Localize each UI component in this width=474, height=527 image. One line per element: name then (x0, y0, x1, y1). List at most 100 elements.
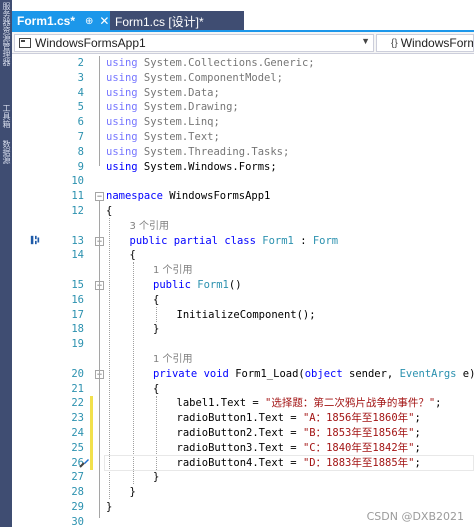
code-token: radioButton2.Text = (176, 427, 303, 439)
code-line[interactable]: 28} (12, 485, 474, 500)
tab-form1-designer[interactable]: Form1.cs [设计]* (110, 11, 244, 31)
codemap-glyph-icon[interactable] (30, 235, 40, 245)
line-text: { (106, 204, 112, 219)
keyword: private (153, 367, 204, 380)
project-icon (19, 38, 31, 48)
code-token: ; (414, 427, 421, 439)
code-line[interactable]: 5 using System.Drawing; (12, 100, 474, 115)
keyword: public partial class (129, 234, 263, 247)
codelens-row[interactable]: 3 个引用 (12, 219, 474, 234)
code-line[interactable]: 11 namespace WindowsFormsApp1 (12, 189, 474, 204)
line-text: 3 个引用 (130, 219, 170, 235)
code-line[interactable]: 21 { (12, 382, 474, 397)
code-editor[interactable]: 2 using System.Collections.Generic; 3 using… (12, 55, 474, 527)
keyword: using (106, 101, 138, 114)
code-token: System.Drawing; (137, 101, 239, 114)
line-number: 23 (71, 412, 84, 425)
type-dropdown[interactable]: {} WindowsFormsApp1 (376, 34, 474, 52)
code-line[interactable]: 16 { (12, 293, 474, 308)
code-token: System.Collections.Generic; (137, 57, 315, 69)
line-number: 6 (77, 116, 84, 129)
code-line[interactable]: 10 (12, 174, 474, 189)
tab-label: Form1.cs [设计]* (115, 14, 204, 29)
project-dropdown[interactable]: WindowsFormsApp1 ▼ (14, 34, 374, 52)
keyword: using (106, 71, 138, 84)
pin-icon[interactable]: ⊕ (85, 16, 93, 27)
string-literal: "A：1856年至1860年" (302, 412, 415, 425)
code-line[interactable]: 17 InitializeComponent(); (12, 308, 474, 323)
line-number: 29 (71, 501, 84, 513)
code-line[interactable]: 7 using System.Text; (12, 130, 474, 145)
code-token: label1.Text = (176, 397, 266, 410)
code-line[interactable]: 25 radioButton3.Text = "C：1840年至1842年"; (12, 441, 474, 456)
keyword: void (203, 367, 236, 380)
code-token: } (106, 501, 113, 513)
keyword: using (106, 145, 138, 158)
line-number: 22 (71, 397, 84, 410)
line-text: } (106, 500, 112, 515)
type-name: Form1 (262, 234, 294, 247)
string-literal: "B：1853年至1856年" (302, 427, 415, 439)
code-token: System.Text; (137, 131, 220, 143)
code-line[interactable]: 22 label1.Text = "选择题：第二次鸦片战争的事件？"; (12, 396, 474, 411)
code-line[interactable]: 24 radioButton2.Text = "B：1853年至1856年"; (12, 426, 474, 441)
code-token: ; (414, 441, 421, 454)
code-line[interactable]: 8 using System.Threading.Tasks; (12, 145, 474, 160)
collapse-toggle-icon[interactable]: − (95, 192, 104, 202)
close-icon[interactable]: ✕ (99, 14, 109, 28)
code-line[interactable]: 18} (12, 322, 474, 337)
code-token: System.Linq; (137, 116, 220, 129)
line-number: 27 (71, 471, 84, 484)
code-token: ; (435, 397, 442, 410)
line-number: 7 (77, 131, 84, 143)
keyword: namespace (106, 190, 163, 203)
code-line[interactable]: 15 public Form1() (12, 278, 474, 293)
code-token: ; (414, 412, 421, 425)
line-number: 15 (71, 279, 84, 291)
code-line[interactable]: 13 public partial class Form1 : Form (12, 234, 474, 249)
line-text: { (153, 382, 159, 397)
code-line[interactable]: 9 using System.Windows.Forms; (12, 160, 474, 175)
code-token: radioButton3.Text = (176, 441, 303, 454)
codelens-row[interactable]: 1 个引用 (12, 352, 474, 367)
line-text: 1 个引用 (153, 352, 193, 368)
line-text: } (153, 322, 159, 337)
dock-tab-toolbox[interactable]: 工具箱 (1, 104, 11, 128)
line-number: 16 (71, 293, 84, 306)
dock-tab-server-explorer[interactable]: 服务器资源管理器 (1, 2, 11, 66)
code-line[interactable]: 23 radioButton1.Text = "A：1856年至1860年"; (12, 411, 474, 426)
code-line[interactable]: 14 { (12, 248, 474, 263)
line-number: 2 (77, 57, 84, 69)
line-number: 8 (77, 145, 84, 158)
code-line[interactable]: 19 (12, 337, 474, 352)
code-token: System.Threading.Tasks; (137, 145, 290, 158)
line-text: { (153, 293, 159, 308)
tab-form1-cs[interactable]: Form1.cs* ⊕ ✕ (12, 11, 110, 31)
outline-line (99, 56, 100, 166)
codelens-row[interactable]: 1 个引用 (12, 263, 474, 278)
code-token: } (153, 323, 160, 336)
line-number: 5 (77, 101, 84, 114)
navigation-bar: WindowsFormsApp1 ▼ {} WindowsFormsApp1 (12, 32, 474, 54)
code-line[interactable]: 4 using System.Data; (12, 86, 474, 101)
keyword: using (106, 116, 138, 129)
code-line[interactable]: 2 using System.Collections.Generic; (12, 56, 474, 71)
code-line[interactable]: 27} (12, 470, 474, 485)
keyword: using (106, 160, 138, 173)
code-line[interactable]: 6 using System.Linq; (12, 115, 474, 130)
code-line[interactable]: 20 private void Form1_Load(object sender,… (12, 367, 474, 382)
outline-line (99, 201, 100, 518)
code-token: { (129, 249, 136, 262)
string-literal: "C：1840年至1842年" (302, 441, 415, 454)
dock-tab-data-sources[interactable]: 数据源 (1, 140, 11, 164)
code-token: WindowsFormsApp1 (162, 190, 271, 203)
line-number: 14 (71, 249, 84, 262)
keyword: using (106, 131, 138, 143)
line-text: using System.Text; (106, 130, 220, 145)
line-text: radioButton3.Text = "C：1840年至1842年"; (177, 441, 421, 456)
code-line[interactable]: 3 using System.ComponentModel; (12, 71, 474, 86)
quick-action-brush-icon[interactable] (78, 457, 90, 469)
code-line[interactable]: 12 { (12, 204, 474, 219)
line-number: 11 (71, 190, 84, 203)
line-number: 20 (71, 367, 84, 380)
